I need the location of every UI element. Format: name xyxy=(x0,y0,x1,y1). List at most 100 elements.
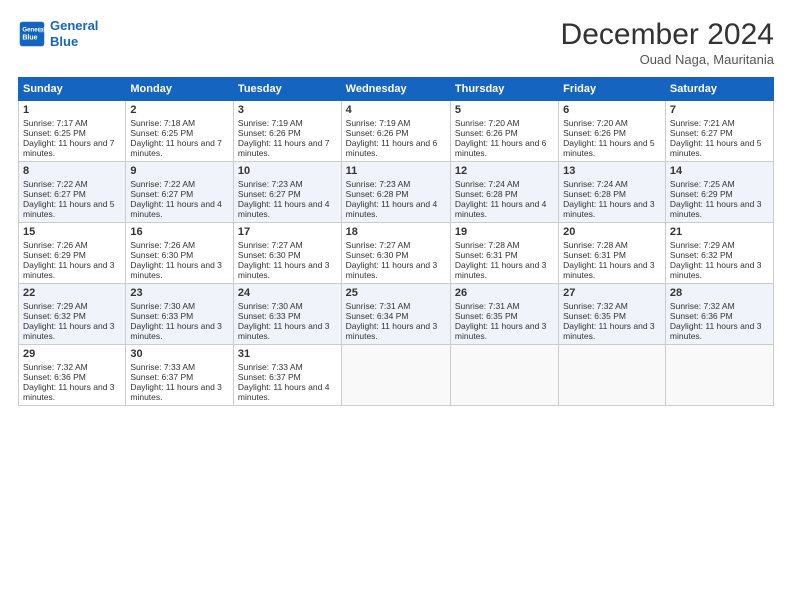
sunrise-text: Sunrise: 7:22 AM xyxy=(23,179,88,189)
sunset-text: Sunset: 6:27 PM xyxy=(670,128,733,138)
calendar-cell: 20Sunrise: 7:28 AMSunset: 6:31 PMDayligh… xyxy=(559,223,666,284)
sunrise-text: Sunrise: 7:19 AM xyxy=(238,118,303,128)
sunrise-text: Sunrise: 7:33 AM xyxy=(130,362,195,372)
sunset-text: Sunset: 6:31 PM xyxy=(455,250,518,260)
sunrise-text: Sunrise: 7:19 AM xyxy=(346,118,411,128)
sunset-text: Sunset: 6:26 PM xyxy=(238,128,301,138)
header-sunday: Sunday xyxy=(19,78,126,101)
day-number: 10 xyxy=(238,165,337,177)
sunset-text: Sunset: 6:34 PM xyxy=(346,311,409,321)
sunset-text: Sunset: 6:30 PM xyxy=(346,250,409,260)
calendar-cell: 22Sunrise: 7:29 AMSunset: 6:32 PMDayligh… xyxy=(19,284,126,345)
calendar-cell: 5Sunrise: 7:20 AMSunset: 6:26 PMDaylight… xyxy=(450,101,558,162)
day-number: 6 xyxy=(563,104,661,116)
daylight-label: Daylight: 11 hours and 3 minutes. xyxy=(670,321,762,341)
daylight-label: Daylight: 11 hours and 3 minutes. xyxy=(563,260,655,280)
header-monday: Monday xyxy=(126,78,234,101)
daylight-label: Daylight: 11 hours and 4 minutes. xyxy=(346,199,438,219)
calendar-cell: 13Sunrise: 7:24 AMSunset: 6:28 PMDayligh… xyxy=(559,162,666,223)
sunset-text: Sunset: 6:35 PM xyxy=(563,311,626,321)
location: Ouad Naga, Mauritania xyxy=(561,52,774,67)
daylight-label: Daylight: 11 hours and 3 minutes. xyxy=(238,260,330,280)
calendar-cell xyxy=(450,345,558,406)
calendar-cell: 23Sunrise: 7:30 AMSunset: 6:33 PMDayligh… xyxy=(126,284,234,345)
calendar-cell xyxy=(341,345,450,406)
calendar-cell xyxy=(559,345,666,406)
calendar-cell: 11Sunrise: 7:23 AMSunset: 6:28 PMDayligh… xyxy=(341,162,450,223)
day-number: 12 xyxy=(455,165,554,177)
sunrise-text: Sunrise: 7:33 AM xyxy=(238,362,303,372)
sunset-text: Sunset: 6:30 PM xyxy=(130,250,193,260)
sunrise-text: Sunrise: 7:28 AM xyxy=(455,240,520,250)
day-number: 13 xyxy=(563,165,661,177)
sunset-text: Sunset: 6:33 PM xyxy=(130,311,193,321)
day-number: 29 xyxy=(23,348,121,360)
day-number: 27 xyxy=(563,287,661,299)
calendar-cell: 2Sunrise: 7:18 AMSunset: 6:25 PMDaylight… xyxy=(126,101,234,162)
page: General Blue General Blue December 2024 … xyxy=(0,0,792,612)
sunrise-text: Sunrise: 7:24 AM xyxy=(563,179,628,189)
day-number: 8 xyxy=(23,165,121,177)
sunset-text: Sunset: 6:30 PM xyxy=(238,250,301,260)
day-number: 28 xyxy=(670,287,769,299)
calendar-cell: 27Sunrise: 7:32 AMSunset: 6:35 PMDayligh… xyxy=(559,284,666,345)
sunset-text: Sunset: 6:35 PM xyxy=(455,311,518,321)
sunrise-text: Sunrise: 7:21 AM xyxy=(670,118,735,128)
calendar-table: Sunday Monday Tuesday Wednesday Thursday… xyxy=(18,77,774,406)
logo-line2: Blue xyxy=(50,34,78,49)
sunset-text: Sunset: 6:29 PM xyxy=(670,189,733,199)
sunset-text: Sunset: 6:25 PM xyxy=(130,128,193,138)
day-number: 20 xyxy=(563,226,661,238)
day-number: 2 xyxy=(130,104,229,116)
svg-text:General: General xyxy=(22,26,45,33)
calendar-cell: 10Sunrise: 7:23 AMSunset: 6:27 PMDayligh… xyxy=(233,162,341,223)
header-thursday: Thursday xyxy=(450,78,558,101)
calendar-row-2: 8 Sunrise: 7:22 AM Sunset: 6:27 PM Daylight… xyxy=(19,162,774,223)
day-number: 7 xyxy=(670,104,769,116)
sunset-text: Sunset: 6:26 PM xyxy=(346,128,409,138)
daylight-label: Daylight: 11 hours and 3 minutes. xyxy=(130,260,222,280)
calendar-cell: 21Sunrise: 7:29 AMSunset: 6:32 PMDayligh… xyxy=(665,223,773,284)
daylight-label: Daylight: 11 hours and 3 minutes. xyxy=(455,321,547,341)
sunrise-text: Sunrise: 7:18 AM xyxy=(130,118,195,128)
calendar-cell: 16Sunrise: 7:26 AMSunset: 6:30 PMDayligh… xyxy=(126,223,234,284)
sunrise-text: Sunrise: 7:23 AM xyxy=(346,179,411,189)
month-title: December 2024 xyxy=(561,18,774,52)
sunset-text: Sunset: 6:28 PM xyxy=(563,189,626,199)
daylight-label: Daylight: 11 hours and 3 minutes. xyxy=(130,321,222,341)
sunrise-text: Sunrise: 7:27 AM xyxy=(238,240,303,250)
svg-text:Blue: Blue xyxy=(22,34,37,41)
sunset-text: Sunset: 6:36 PM xyxy=(23,372,86,382)
day-number: 19 xyxy=(455,226,554,238)
calendar-cell: 6Sunrise: 7:20 AMSunset: 6:26 PMDaylight… xyxy=(559,101,666,162)
day-number: 22 xyxy=(23,287,121,299)
day-number: 9 xyxy=(130,165,229,177)
day-number: 21 xyxy=(670,226,769,238)
calendar-cell: 9Sunrise: 7:22 AMSunset: 6:27 PMDaylight… xyxy=(126,162,234,223)
daylight-label: Daylight: 11 hours and 5 minutes. xyxy=(23,199,115,219)
calendar-cell: 14Sunrise: 7:25 AMSunset: 6:29 PMDayligh… xyxy=(665,162,773,223)
calendar-cell: 30Sunrise: 7:33 AMSunset: 6:37 PMDayligh… xyxy=(126,345,234,406)
sunset-text: Sunset: 6:27 PM xyxy=(238,189,301,199)
day-number: 15 xyxy=(23,226,121,238)
header-tuesday: Tuesday xyxy=(233,78,341,101)
day-number: 1 xyxy=(23,104,121,116)
sunrise-text: Sunrise: 7:30 AM xyxy=(130,301,195,311)
header-wednesday: Wednesday xyxy=(341,78,450,101)
sunset-text: Sunset: 6:26 PM xyxy=(455,128,518,138)
calendar-cell: 12Sunrise: 7:24 AMSunset: 6:28 PMDayligh… xyxy=(450,162,558,223)
calendar-row-4: 22Sunrise: 7:29 AMSunset: 6:32 PMDayligh… xyxy=(19,284,774,345)
sunrise-text: Sunrise: 7:27 AM xyxy=(346,240,411,250)
sunrise-text: Sunrise: 7:32 AM xyxy=(670,301,735,311)
sunrise-text: Sunrise: 7:24 AM xyxy=(455,179,520,189)
day-number: 18 xyxy=(346,226,446,238)
calendar-cell: 4Sunrise: 7:19 AMSunset: 6:26 PMDaylight… xyxy=(341,101,450,162)
daylight-label: Daylight: 11 hours and 3 minutes. xyxy=(563,321,655,341)
sunrise-text: Sunrise: 7:26 AM xyxy=(130,240,195,250)
daylight-label: Daylight: 11 hours and 3 minutes. xyxy=(455,260,547,280)
daylight-label: Daylight: 11 hours and 5 minutes. xyxy=(563,138,655,158)
daylight-label: Daylight: 11 hours and 3 minutes. xyxy=(346,321,438,341)
calendar-cell: 3Sunrise: 7:19 AMSunset: 6:26 PMDaylight… xyxy=(233,101,341,162)
logo-line1: General xyxy=(50,18,98,33)
daylight-label: Daylight: 11 hours and 5 minutes. xyxy=(670,138,762,158)
